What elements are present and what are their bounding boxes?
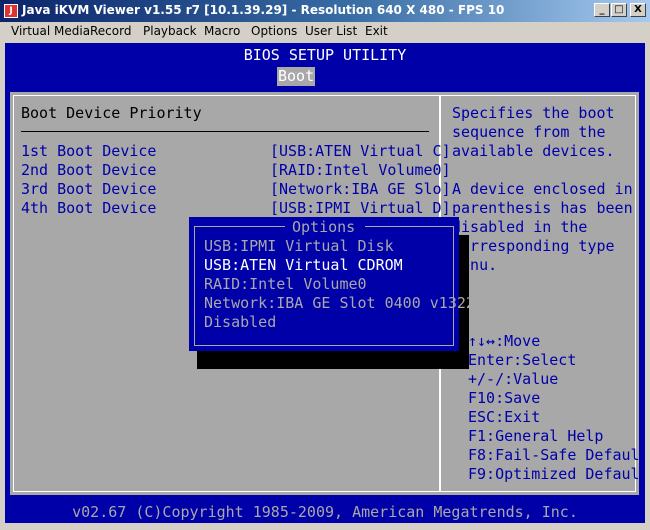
key-hint-help: F1:General Help	[468, 427, 604, 445]
boot-device-label-3[interactable]: 3rd Boot Device	[21, 180, 156, 199]
copyright-footer: v02.67 (C)Copyright 1985-2009, American …	[72, 503, 578, 521]
help-line: Specifies the boot	[452, 104, 615, 122]
minimize-button[interactable]: _	[594, 3, 610, 17]
popup-option[interactable]: Disabled	[204, 313, 276, 332]
maximize-button[interactable]: □	[611, 3, 627, 17]
menu-bar: Virtual Media Record Playback Macro Opti…	[0, 22, 650, 41]
key-hint-save: F10:Save	[468, 389, 541, 407]
menu-exit[interactable]: Exit	[365, 24, 388, 38]
key-hint-exit: ESC:Exit	[468, 408, 541, 426]
popup-option[interactable]: USB:IPMI Virtual Disk	[204, 237, 394, 256]
menu-options[interactable]: Options	[251, 24, 297, 38]
key-hint-select: Enter:Select	[468, 351, 577, 369]
popup-option[interactable]: RAID:Intel Volume0	[204, 275, 367, 294]
popup-title: Options	[292, 218, 356, 236]
boot-device-label-1[interactable]: 1st Boot Device	[21, 142, 156, 161]
help-line: parenthesis has been	[452, 199, 633, 217]
boot-device-value-4[interactable]: [USB:IPMI Virtual D]	[270, 199, 451, 218]
key-hint-value: +/-/:Value	[468, 370, 559, 388]
help-line: available devices.	[452, 142, 615, 160]
window-titlebar[interactable]: J Java iKVM Viewer v1.55 r7 [10.1.39.29]…	[0, 0, 650, 22]
bios-header-title: BIOS SETUP UTILITY	[243, 46, 407, 64]
kvm-screen[interactable]: BIOS SETUP UTILITY Boot Boot Device Prio…	[5, 43, 645, 523]
close-button[interactable]: X	[630, 3, 646, 17]
boot-device-value-2[interactable]: [RAID:Intel Volume0]	[270, 161, 451, 180]
popup-option[interactable]: Network:IBA GE Slot 0400 v1322	[204, 294, 475, 313]
menu-playback[interactable]: Playback	[143, 24, 197, 38]
help-line: sequence from the	[452, 123, 606, 141]
boot-device-value-1[interactable]: [USB:ATEN Virtual C]	[270, 142, 451, 161]
menu-user-list[interactable]: User List	[305, 24, 357, 38]
window-title: Java iKVM Viewer v1.55 r7 [10.1.39.29] -…	[22, 3, 505, 17]
key-hint-move: ↑↓↔:Move	[468, 332, 541, 350]
menu-virtual-media[interactable]: Virtual Media	[11, 24, 90, 38]
tab-boot[interactable]: Boot	[277, 67, 316, 86]
boot-device-label-2[interactable]: 2nd Boot Device	[21, 161, 156, 180]
key-hint-optimized: F9:Optimized Defaults	[468, 465, 645, 483]
boot-device-label-4[interactable]: 4th Boot Device	[21, 199, 156, 218]
section-title: Boot Device Priority	[21, 104, 202, 122]
key-hint-failsafe: F8:Fail-Safe Defaults	[468, 446, 645, 464]
java-app-icon: J	[4, 4, 18, 18]
help-line: A device enclosed in	[452, 180, 633, 198]
bios-tab-bar	[5, 67, 645, 89]
help-line: corresponding type	[452, 237, 615, 255]
popup-option-selected[interactable]: USB:ATEN Virtual CDROM	[204, 256, 403, 275]
menu-macro[interactable]: Macro	[204, 24, 240, 38]
boot-device-value-3[interactable]: [Network:IBA GE Slo]	[270, 180, 451, 199]
help-line: disabled in the	[452, 218, 588, 236]
menu-record[interactable]: Record	[90, 24, 131, 38]
section-rule	[21, 131, 429, 132]
